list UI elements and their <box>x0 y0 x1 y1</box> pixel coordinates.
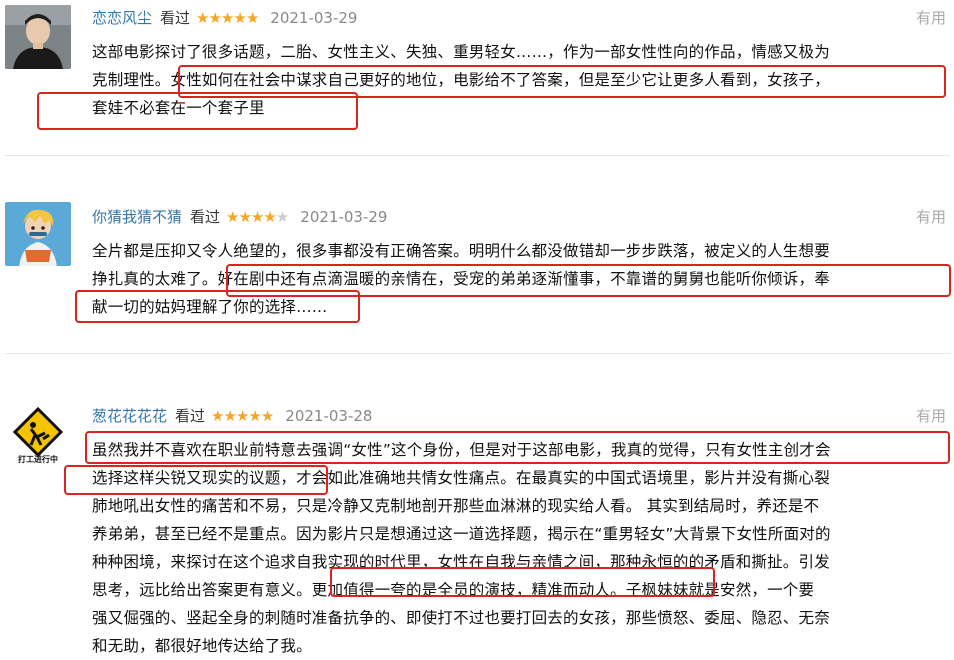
review-meta: 葱花花花花 看过 ★★★★★ 2021-03-28 <box>92 404 372 428</box>
rating-stars-icon: ★★★★★ <box>211 407 274 425</box>
avatar[interactable]: 打工进行中 <box>5 405 71 469</box>
username-link[interactable]: 你猜我猜不猜 <box>92 208 182 226</box>
avatar[interactable] <box>5 5 71 69</box>
divider <box>5 155 950 156</box>
review-date: 2021-03-29 <box>270 9 358 27</box>
user-avatar-icon <box>5 5 71 69</box>
username-link[interactable]: 葱花花花花 <box>92 407 167 425</box>
review-meta: 你猜我猜不猜 看过 ★★★★★ 2021-03-29 <box>92 205 387 229</box>
rating-stars-icon: ★★★★★ <box>196 9 259 27</box>
rating-stars-icon: ★★★★★ <box>226 208 289 226</box>
review-meta: 恋恋风尘 看过 ★★★★★ 2021-03-29 <box>92 6 357 30</box>
username-link[interactable]: 恋恋风尘 <box>92 9 152 27</box>
review-line: 和无助，都很好地传达给了我。 <box>92 637 312 655</box>
watch-status: 看过 <box>190 208 221 226</box>
review-line: 肺地吼出女性的痛苦和不易，只是冷静又克制地剖开那些血淋淋的现实给人看。 其实到结… <box>92 497 820 515</box>
highlight-box <box>330 567 715 597</box>
highlight-box <box>75 290 360 323</box>
review-line: 这部电影探讨了很多话题，二胎、女性主义、失独、重男轻女……，作为一部女性性向的作… <box>92 43 830 61</box>
review-line: 养弟弟，甚至已经不是重点。因为影片只是想通过这一道选择题，揭示在“重男轻女”大背… <box>92 525 831 543</box>
useful-button[interactable]: 有用 <box>916 404 946 428</box>
highlight-box <box>64 465 328 495</box>
review-line: 全片都是压抑又令人绝望的，很多事都没有正确答案。明明什么都没做错却一步步跌落，被… <box>92 242 830 260</box>
highlight-box <box>37 92 358 130</box>
useful-button[interactable]: 有用 <box>916 205 946 229</box>
avatar-caption: 打工进行中 <box>18 455 58 464</box>
useful-button[interactable]: 有用 <box>916 6 946 30</box>
user-avatar-icon <box>5 202 71 266</box>
divider <box>5 353 950 354</box>
highlight-box <box>85 431 950 464</box>
review-date: 2021-03-29 <box>300 208 388 226</box>
watch-status: 看过 <box>160 9 191 27</box>
avatar[interactable] <box>5 202 71 266</box>
review-line: 强又倔强的、竖起全身的刺随时准备抗争的、即使打不过也要打回去的女孩，那些愤怒、委… <box>92 609 830 627</box>
review-date: 2021-03-28 <box>285 407 373 425</box>
watch-status: 看过 <box>175 407 206 425</box>
